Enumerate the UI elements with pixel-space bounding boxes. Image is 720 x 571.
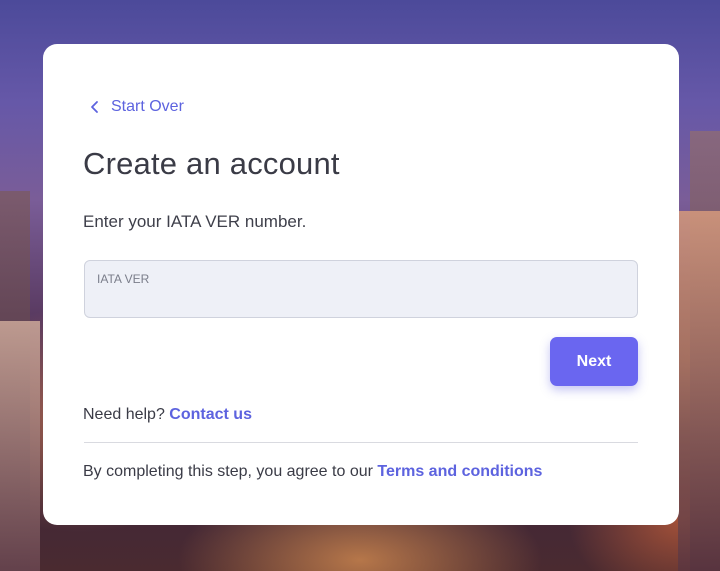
next-button[interactable]: Next [550, 337, 638, 386]
help-text: Need help? Contact us [83, 406, 252, 424]
terms-prefix: By completing this step, you agree to ou… [83, 463, 373, 480]
background-building [0, 321, 40, 571]
background-building [678, 211, 720, 571]
iata-ver-field[interactable]: IATA VER [84, 260, 638, 318]
page-title: Create an account [83, 146, 340, 181]
chevron-left-icon [91, 101, 98, 113]
contact-us-link[interactable]: Contact us [169, 406, 252, 423]
start-over-label: Start Over [111, 98, 184, 115]
terms-link[interactable]: Terms and conditions [377, 463, 542, 480]
iata-ver-label: IATA VER [97, 272, 150, 286]
iata-ver-input[interactable] [97, 289, 625, 311]
start-over-link[interactable]: Start Over [87, 98, 184, 116]
divider [84, 442, 638, 443]
page-subtitle: Enter your IATA VER number. [83, 212, 307, 231]
help-prefix: Need help? [83, 406, 165, 423]
signup-card: Start Over Create an account Enter your … [43, 44, 679, 525]
terms-text: By completing this step, you agree to ou… [83, 463, 542, 481]
